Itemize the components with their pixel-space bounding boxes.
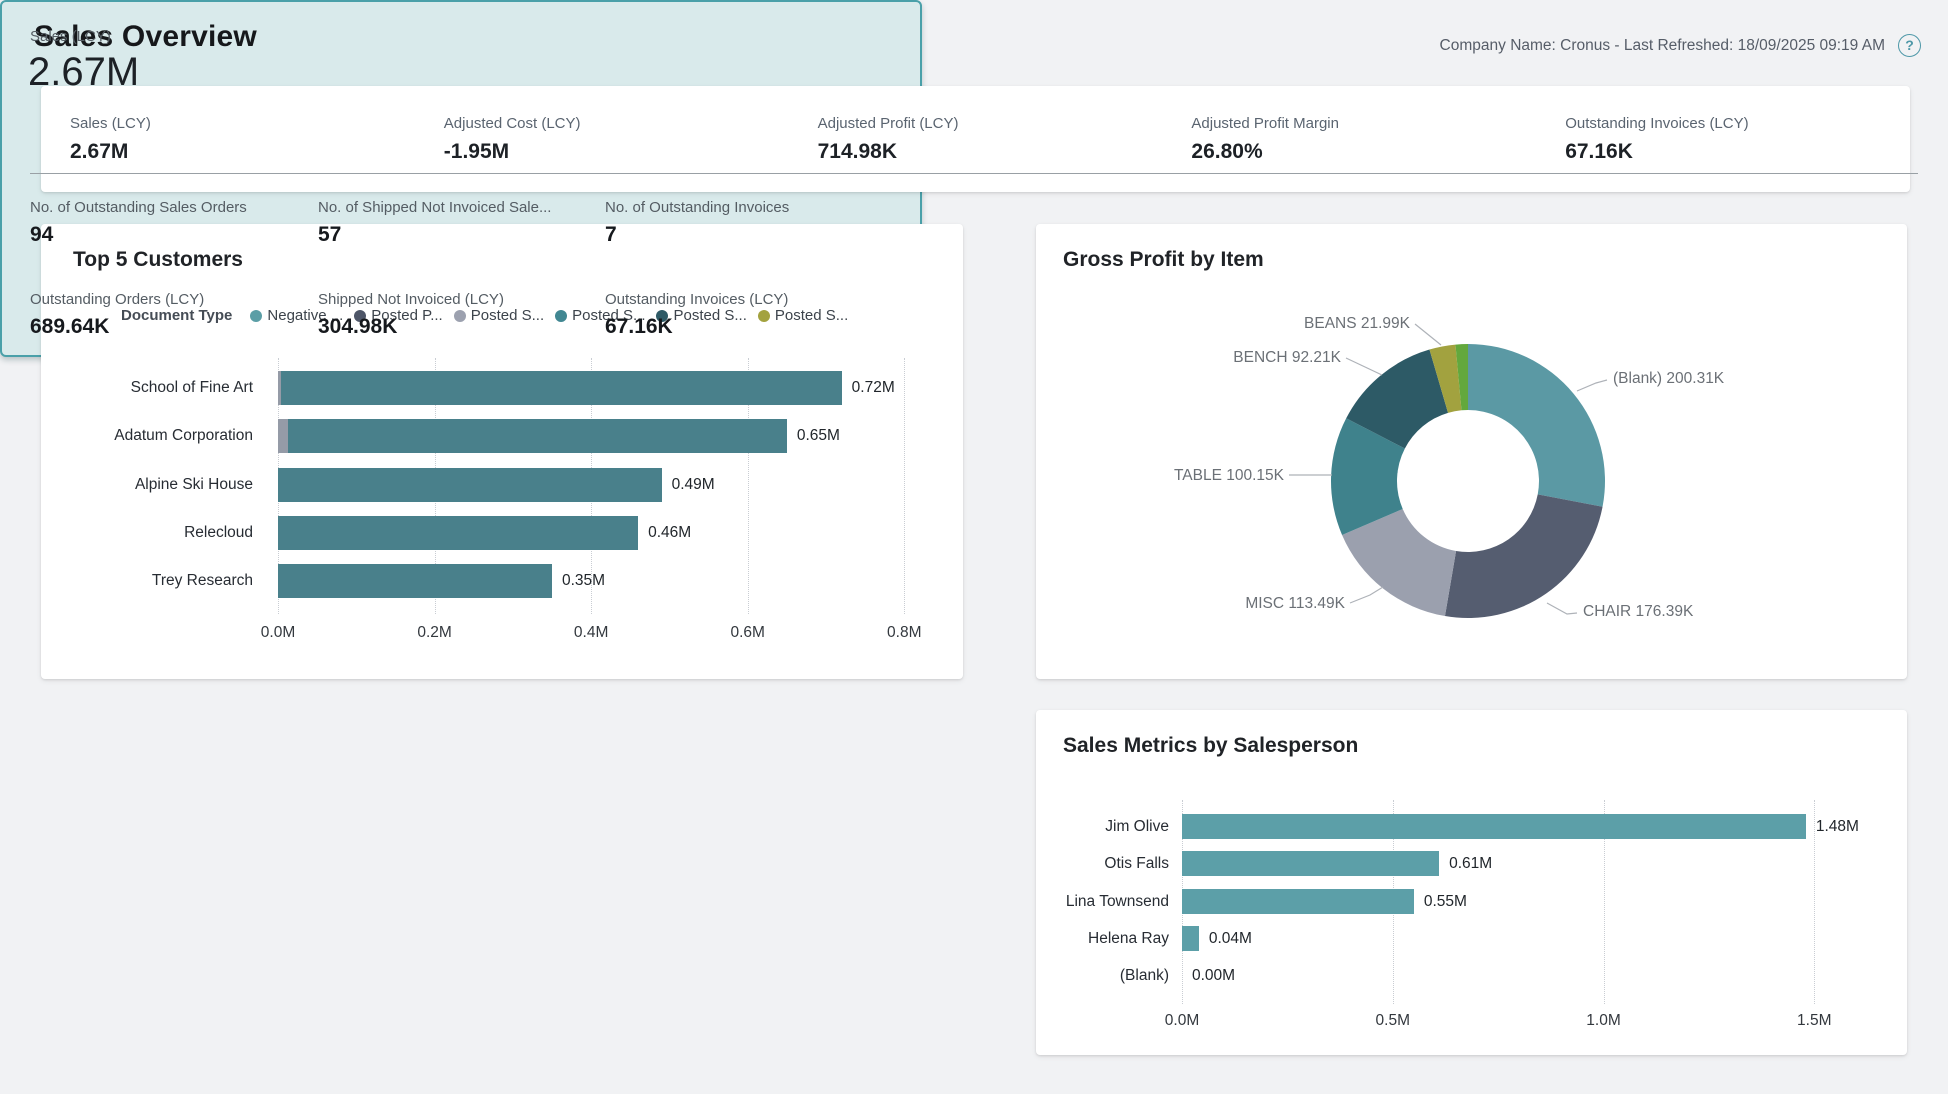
gridline	[904, 358, 905, 614]
kpi-adjusted-profit[interactable]: Adjusted Profit (LCY) 714.98K	[789, 115, 1163, 164]
kpi-label: Outstanding Invoices (LCY)	[1565, 115, 1910, 132]
donut-label: MISC 113.49K	[1245, 595, 1345, 612]
metric-value: 94	[30, 223, 318, 247]
sales-card-metrics: No. of Outstanding Sales Orders 94 No. o…	[30, 199, 1928, 339]
axis-tick-label: 1.0M	[1586, 1012, 1620, 1030]
metric-shipped-not-invoiced-lcy: Shipped Not Invoiced (LCY) 304.98K	[318, 291, 605, 339]
value-label: 0.04M	[1209, 926, 1252, 951]
kpi-value: -1.95M	[444, 140, 789, 164]
category-label: Trey Research	[41, 564, 253, 598]
axis-tick-label: 0.6M	[730, 624, 764, 642]
bar-segment[interactable]	[1182, 814, 1806, 839]
bar-segment[interactable]	[278, 516, 638, 550]
kpi-outstanding-invoices[interactable]: Outstanding Invoices (LCY) 67.16K	[1536, 115, 1910, 164]
donut-label: (Blank) 200.31K	[1613, 370, 1725, 387]
axis-tick-label: 0.0M	[1165, 1012, 1199, 1030]
donut-label: BENCH 92.21K	[1233, 349, 1341, 366]
category-label: Adatum Corporation	[41, 419, 253, 453]
value-label: 0.00M	[1192, 963, 1235, 988]
metric-outstanding-invoices-count: No. of Outstanding Invoices 7	[605, 199, 1928, 247]
kpi-value: 2.67M	[70, 140, 415, 164]
salesperson-bar-chart: 0.0M 0.5M 1.0M 1.5M Jim Olive 1.48M Otis Falls…	[1036, 710, 1907, 1055]
divider	[30, 173, 1918, 174]
metric-value: 689.64K	[30, 315, 318, 339]
axis-tick-label: 0.2M	[417, 624, 451, 642]
donut-slice--blank-[interactable]	[1468, 344, 1605, 507]
metric-shipped-not-invoiced-count: No. of Shipped Not Invoiced Sale... 57	[318, 199, 605, 247]
value-label: 0.61M	[1449, 851, 1492, 876]
donut-leader-line	[1346, 358, 1382, 375]
category-label: (Blank)	[1036, 963, 1169, 988]
metric-label: Outstanding Orders (LCY)	[30, 291, 318, 308]
axis-tick-label: 1.5M	[1797, 1012, 1831, 1030]
category-label: School of Fine Art	[41, 371, 253, 405]
kpi-label: Adjusted Cost (LCY)	[444, 115, 789, 132]
bar-segment[interactable]	[1182, 926, 1199, 951]
donut-label: TABLE 100.15K	[1174, 467, 1285, 484]
category-label: Otis Falls	[1036, 851, 1169, 876]
value-label: 0.72M	[852, 371, 895, 405]
value-label: 0.35M	[562, 564, 605, 598]
axis-tick-label: 0.0M	[261, 624, 295, 642]
metric-label: No. of Shipped Not Invoiced Sale...	[318, 199, 605, 216]
sales-card-value: 2.67M	[28, 50, 139, 95]
donut-leader-line	[1547, 603, 1577, 614]
metric-label: No. of Outstanding Sales Orders	[30, 199, 318, 216]
bar-segment[interactable]	[1182, 851, 1439, 876]
value-label: 0.55M	[1424, 889, 1467, 914]
metric-value: 67.16K	[605, 315, 1928, 339]
value-label: 0.49M	[672, 468, 715, 502]
bar-segment[interactable]	[278, 419, 288, 453]
axis-tick-label: 0.8M	[887, 624, 921, 642]
donut-slice-chair[interactable]	[1445, 494, 1603, 618]
metric-label: Outstanding Invoices (LCY)	[605, 291, 1928, 308]
bar-segment[interactable]	[278, 468, 662, 502]
metric-value: 7	[605, 223, 1928, 247]
kpi-strip-card: Sales (LCY) 2.67M Adjusted Cost (LCY) -1…	[41, 86, 1910, 192]
kpi-label: Adjusted Profit (LCY)	[818, 115, 1163, 132]
header-meta-area: Company Name: Cronus - Last Refreshed: 1…	[1440, 34, 1921, 57]
metric-outstanding-invoices-lcy: Outstanding Invoices (LCY) 67.16K	[605, 291, 1928, 339]
kpi-value: 67.16K	[1565, 140, 1910, 164]
metric-label: No. of Outstanding Invoices	[605, 199, 1928, 216]
kpi-value: 26.80%	[1191, 140, 1536, 164]
company-refresh-info: Company Name: Cronus - Last Refreshed: 1…	[1440, 37, 1885, 55]
metric-outstanding-sales-orders: No. of Outstanding Sales Orders 94	[30, 199, 318, 247]
bar-segment[interactable]	[278, 564, 552, 598]
kpi-value: 714.98K	[818, 140, 1163, 164]
value-label: 0.46M	[648, 516, 691, 550]
sales-card-label: Sales (LCY)	[30, 28, 111, 45]
metric-label: Shipped Not Invoiced (LCY)	[318, 291, 605, 308]
kpi-label: Sales (LCY)	[70, 115, 415, 132]
donut-leader-line	[1350, 587, 1383, 603]
category-label: Helena Ray	[1036, 926, 1169, 951]
kpi-adjusted-profit-margin[interactable]: Adjusted Profit Margin 26.80%	[1162, 115, 1536, 164]
bar-segment[interactable]	[288, 419, 787, 453]
category-label: Jim Olive	[1036, 814, 1169, 839]
bar-segment[interactable]	[1182, 889, 1414, 914]
kpi-adjusted-cost[interactable]: Adjusted Cost (LCY) -1.95M	[415, 115, 789, 164]
help-icon[interactable]: ?	[1898, 34, 1921, 57]
kpi-label: Adjusted Profit Margin	[1191, 115, 1536, 132]
value-label: 1.48M	[1816, 814, 1859, 839]
kpi-sales[interactable]: Sales (LCY) 2.67M	[41, 115, 415, 164]
metric-value: 57	[318, 223, 605, 247]
bar-segment[interactable]	[281, 371, 842, 405]
metric-value: 304.98K	[318, 315, 605, 339]
donut-leader-line	[1577, 380, 1607, 391]
axis-tick-label: 0.4M	[574, 624, 608, 642]
category-label: Lina Townsend	[1036, 889, 1169, 914]
sales-metrics-by-salesperson-card: Sales Metrics by Salesperson 0.0M0.5M1.0…	[1036, 710, 1907, 1055]
donut-label: CHAIR 176.39K	[1583, 603, 1694, 620]
value-label: 0.65M	[797, 419, 840, 453]
category-label: Alpine Ski House	[41, 468, 253, 502]
category-label: Relecloud	[41, 516, 253, 550]
metric-outstanding-orders-lcy: Outstanding Orders (LCY) 689.64K	[30, 291, 318, 339]
axis-tick-label: 0.5M	[1376, 1012, 1410, 1030]
